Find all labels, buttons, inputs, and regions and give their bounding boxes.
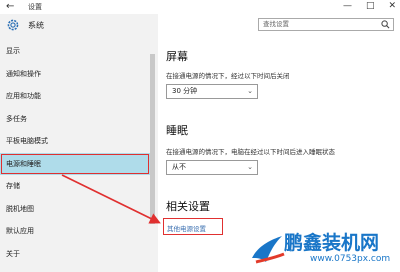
sidebar-scrollbar[interactable] [150, 54, 155, 224]
watermark-logo: 鹏鑫装机网 www.0753px.com [246, 226, 398, 270]
bird-logo-icon [252, 236, 285, 264]
other-power-settings-link[interactable]: 其他电源设置 [167, 223, 206, 233]
watermark-url: www.0753px.com [310, 254, 391, 264]
search-icon[interactable] [381, 20, 390, 29]
sidebar-item-label: 显示 [6, 47, 20, 56]
back-button[interactable]: ← [6, 1, 14, 12]
sidebar-item-default-apps[interactable]: 默认应用 [0, 220, 150, 243]
sidebar-item-label: 存储 [6, 182, 20, 191]
screen-timeout-value: 30 分钟 [172, 87, 198, 95]
sidebar-item-label: 关于 [6, 249, 20, 258]
sidebar-nav: 显示 通知和操作 应用和功能 多任务 平板电脑模式 电源和睡眠 存储 脱机地图 … [0, 40, 150, 265]
sleep-timeout-dropdown[interactable]: 从不 ⌄ [166, 160, 258, 175]
gear-icon [7, 19, 19, 31]
watermark-brand: 鹏鑫装机网 [284, 232, 380, 254]
sidebar-item-display[interactable]: 显示 [0, 40, 150, 63]
sidebar-item-tablet-mode[interactable]: 平板电脑模式 [0, 130, 150, 153]
window-controls: — □ ✕ [343, 1, 396, 11]
sidebar-item-offline-maps[interactable]: 脱机地图 [0, 198, 150, 221]
screen-heading: 屏幕 [166, 50, 188, 63]
related-heading: 相关设置 [166, 200, 210, 213]
search-input[interactable]: 查找设置 [258, 18, 394, 31]
sidebar-item-power-sleep[interactable]: 电源和睡眠 [0, 152, 150, 175]
sidebar-item-label: 默认应用 [6, 227, 34, 236]
title-bar: ← 设置 — □ ✕ [0, 0, 400, 14]
sidebar-header: 系统 [6, 18, 44, 32]
sidebar-item-label: 通知和操作 [6, 69, 41, 78]
sleep-description: 在接通电源的情况下，电脑在经过以下时间后进入睡眠状态 [166, 148, 335, 156]
minimize-button[interactable]: — [343, 1, 352, 11]
close-button[interactable]: ✕ [388, 1, 396, 11]
sidebar-item-about[interactable]: 关于 [0, 243, 150, 266]
sleep-heading: 睡眠 [166, 124, 188, 137]
chevron-down-icon: ⌄ [247, 87, 253, 95]
maximize-button[interactable]: □ [366, 1, 375, 11]
window-title: 设置 [28, 3, 42, 11]
sidebar-item-label: 脱机地图 [6, 204, 34, 213]
sidebar-item-label: 电源和睡眠 [6, 159, 41, 168]
sidebar-item-label: 多任务 [6, 114, 27, 123]
sleep-timeout-value: 从不 [172, 163, 186, 171]
sidebar-item-notifications[interactable]: 通知和操作 [0, 63, 150, 86]
screen-description: 在接通电源的情况下，经过以下时间后关闭 [166, 72, 290, 80]
sidebar: 系统 显示 通知和操作 应用和功能 多任务 平板电脑模式 电源和睡眠 存储 脱机… [0, 14, 158, 272]
search-placeholder: 查找设置 [263, 20, 289, 28]
screen-timeout-dropdown[interactable]: 30 分钟 ⌄ [166, 84, 258, 99]
sidebar-item-label: 应用和功能 [6, 92, 41, 101]
sidebar-item-multitasking[interactable]: 多任务 [0, 108, 150, 131]
sidebar-title: 系统 [28, 20, 44, 30]
sidebar-item-label: 平板电脑模式 [6, 137, 48, 146]
chevron-down-icon: ⌄ [247, 163, 253, 171]
sidebar-item-storage[interactable]: 存储 [0, 175, 150, 198]
sidebar-item-apps[interactable]: 应用和功能 [0, 85, 150, 108]
